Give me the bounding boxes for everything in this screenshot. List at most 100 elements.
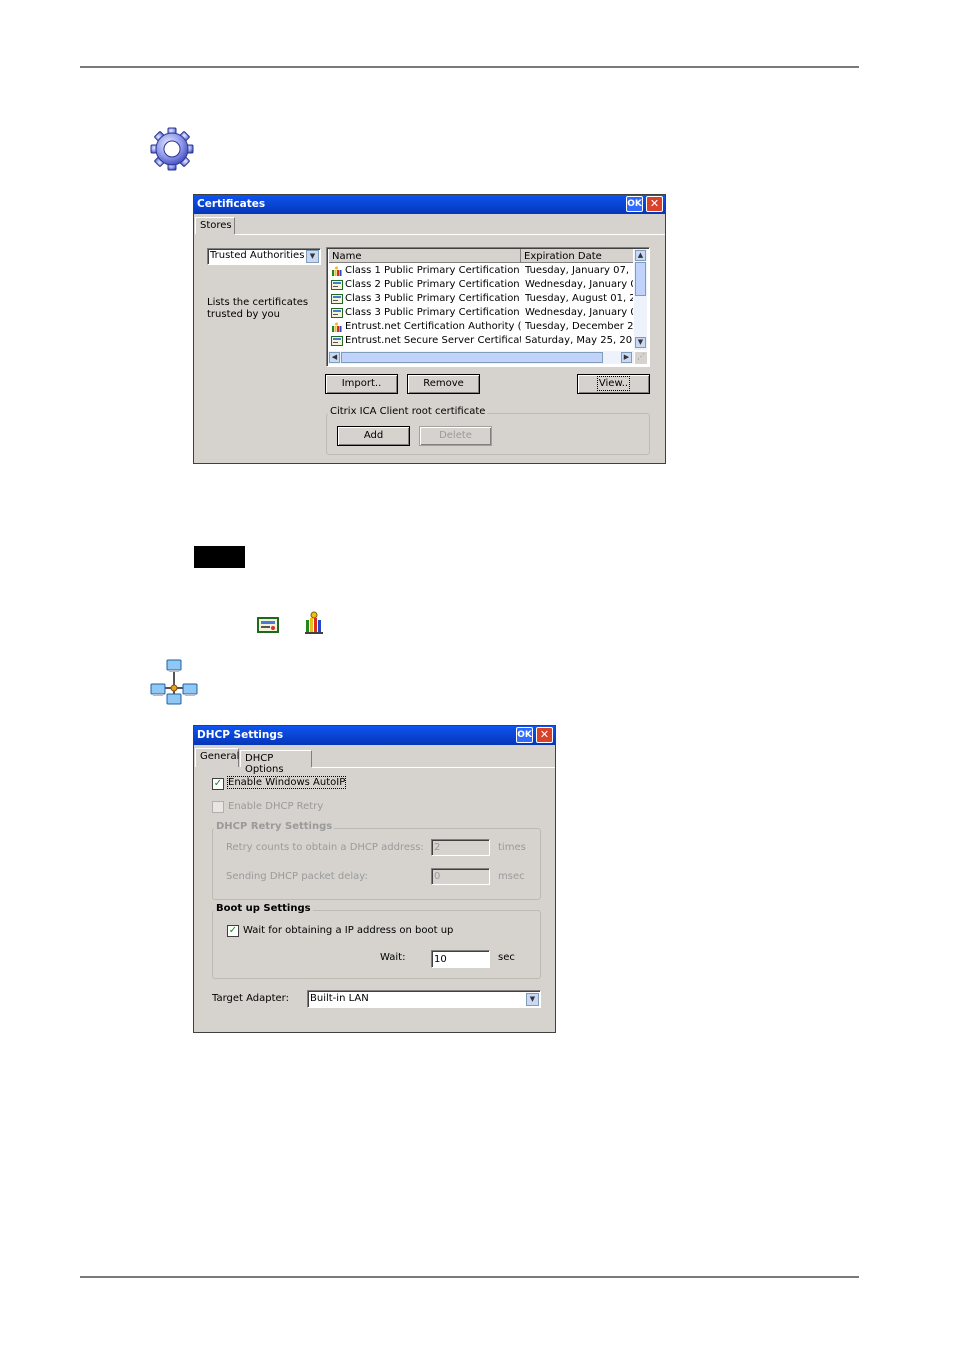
table-row[interactable]: Entrust.net Secure Server Certificat... S… bbox=[329, 335, 633, 349]
dhcp-titlebar: DHCP Settings OK ✕ bbox=[194, 726, 555, 745]
column-expiration[interactable]: Expiration Date bbox=[524, 251, 602, 262]
enable-retry-checkbox[interactable] bbox=[212, 801, 224, 813]
view-button-label: View.. bbox=[596, 376, 631, 391]
ok-button[interactable]: OK bbox=[626, 196, 643, 212]
cert-expiration: Tuesday, December 24 bbox=[525, 321, 633, 332]
network-icon bbox=[150, 659, 198, 705]
enable-retry-label[interactable]: Enable DHCP Retry bbox=[228, 801, 323, 812]
certificate-icon bbox=[257, 617, 279, 633]
bottom-rule bbox=[80, 1276, 859, 1278]
remove-button[interactable]: Remove bbox=[407, 374, 480, 394]
table-row[interactable]: Class 2 Public Primary Certification A..… bbox=[329, 279, 633, 293]
note-label bbox=[194, 546, 245, 568]
store-select[interactable]: Trusted Authorities ▼ bbox=[207, 248, 321, 265]
list-header: Name Expiration Date bbox=[329, 249, 633, 263]
delete-button-label: Delete bbox=[439, 430, 472, 441]
cert-name: Class 1 Public Primary Certification A..… bbox=[345, 265, 521, 276]
table-row[interactable]: Class 3 Public Primary Certification A..… bbox=[329, 307, 633, 321]
row-certificate-icon bbox=[331, 308, 343, 318]
authority-icon bbox=[305, 611, 323, 634]
add-button[interactable]: Add bbox=[337, 426, 410, 446]
tab-general[interactable]: General bbox=[195, 748, 239, 767]
cert-expiration: Tuesday, August 01, 2. bbox=[525, 293, 633, 304]
scroll-left-icon[interactable]: ◀ bbox=[329, 352, 340, 363]
cert-expiration: Wednesday, January 0. bbox=[525, 307, 633, 318]
top-rule bbox=[80, 66, 859, 68]
add-button-label: Add bbox=[363, 430, 384, 441]
table-row[interactable]: Entrust.net Certification Authority (...… bbox=[329, 321, 633, 335]
dhcp-dialog: DHCP Settings OK ✕ General DHCP Options … bbox=[193, 725, 556, 1033]
cert-name: Class 3 Public Primary Certification A..… bbox=[345, 307, 521, 318]
scroll-thumb-horizontal[interactable] bbox=[341, 352, 603, 363]
packet-delay-unit: msec bbox=[498, 871, 525, 882]
tab-stores[interactable]: Stores bbox=[195, 217, 235, 234]
row-certificate-icon bbox=[331, 336, 343, 346]
dhcp-title: DHCP Settings bbox=[197, 729, 284, 741]
cert-expiration: Wednesday, January 0. bbox=[525, 279, 633, 290]
boot-settings-group bbox=[212, 910, 541, 979]
cert-expiration: Saturday, May 25, 2019 bbox=[525, 335, 633, 346]
packet-delay-label: Sending DHCP packet delay: bbox=[226, 871, 368, 882]
close-button[interactable]: ✕ bbox=[646, 196, 663, 212]
wait-checkbox[interactable]: ✓ bbox=[227, 925, 239, 937]
chevron-down-icon[interactable]: ▼ bbox=[306, 250, 319, 263]
retry-counts-input[interactable]: 2 bbox=[431, 839, 490, 856]
column-name[interactable]: Name bbox=[332, 251, 362, 262]
enable-autoip-checkbox[interactable]: ✓ bbox=[212, 778, 224, 790]
boot-settings-title: Boot up Settings bbox=[214, 903, 313, 914]
wait-unit: sec bbox=[498, 952, 515, 963]
cert-expiration: Tuesday, January 07, 2 bbox=[525, 265, 633, 276]
wait-value: 10 bbox=[434, 954, 447, 965]
retry-settings-title: DHCP Retry Settings bbox=[214, 821, 335, 832]
scroll-right-icon[interactable]: ▶ bbox=[621, 352, 632, 363]
scroll-down-icon[interactable]: ▼ bbox=[635, 337, 646, 348]
import-button-label: Import.. bbox=[341, 378, 382, 389]
chevron-down-icon[interactable]: ▼ bbox=[526, 993, 539, 1006]
certificates-dialog: Certificates OK ✕ Stores Trusted Authori… bbox=[193, 194, 666, 464]
retry-counts-label: Retry counts to obtain a DHCP address: bbox=[226, 842, 424, 853]
tab-divider bbox=[235, 234, 665, 235]
wait-checkbox-label[interactable]: Wait for obtaining a IP address on boot … bbox=[243, 925, 453, 936]
retry-settings-group bbox=[212, 828, 541, 900]
store-select-value: Trusted Authorities bbox=[210, 250, 305, 261]
citrix-group-title: Citrix ICA Client root certificate bbox=[328, 406, 488, 417]
view-button[interactable]: View.. bbox=[577, 374, 650, 394]
target-adapter-select[interactable]: Built-in LAN ▼ bbox=[307, 990, 541, 1008]
target-adapter-value: Built-in LAN bbox=[310, 993, 369, 1004]
certificates-titlebar: Certificates OK ✕ bbox=[194, 195, 665, 214]
table-row[interactable]: Class 3 Public Primary Certification A..… bbox=[329, 293, 633, 307]
cert-name: Class 2 Public Primary Certification A..… bbox=[345, 279, 521, 290]
wait-label: Wait: bbox=[380, 952, 406, 963]
wait-input[interactable]: 10 bbox=[431, 950, 490, 968]
scroll-up-icon[interactable]: ▲ bbox=[635, 250, 646, 261]
settings-gear-icon bbox=[150, 127, 194, 171]
store-description: Lists the certificates trusted by you bbox=[207, 297, 309, 320]
certificates-title: Certificates bbox=[197, 198, 266, 210]
import-button[interactable]: Import.. bbox=[325, 374, 398, 394]
retry-counts-unit: times bbox=[498, 842, 526, 853]
horizontal-scrollbar[interactable]: ◀ ▶ bbox=[328, 351, 634, 364]
cert-name: Entrust.net Certification Authority (... bbox=[345, 321, 521, 332]
tab-dhcp-options[interactable]: DHCP Options bbox=[240, 750, 312, 775]
cert-name: Entrust.net Secure Server Certificat... bbox=[345, 335, 521, 346]
row-certificate-icon bbox=[331, 294, 343, 304]
delete-button[interactable]: Delete bbox=[419, 426, 492, 446]
row-certificate-icon bbox=[331, 280, 343, 290]
column-divider bbox=[520, 249, 521, 262]
row-authority-icon bbox=[331, 322, 342, 332]
resize-grip-icon[interactable]: ⋰ bbox=[635, 352, 647, 364]
close-button[interactable]: ✕ bbox=[536, 727, 553, 743]
ok-button[interactable]: OK bbox=[516, 727, 533, 743]
vertical-scrollbar[interactable]: ▲ ▼ bbox=[634, 249, 647, 350]
enable-autoip-label[interactable]: Enable Windows AutoIP bbox=[226, 776, 347, 789]
packet-delay-input[interactable]: 0 bbox=[431, 868, 490, 885]
retry-counts-value: 2 bbox=[434, 842, 441, 853]
row-authority-icon bbox=[331, 266, 342, 276]
tab-divider bbox=[312, 767, 555, 768]
packet-delay-value: 0 bbox=[434, 871, 441, 882]
scroll-thumb[interactable] bbox=[635, 262, 646, 296]
cert-name: Class 3 Public Primary Certification A..… bbox=[345, 293, 521, 304]
table-row[interactable]: Class 1 Public Primary Certification A..… bbox=[329, 265, 633, 279]
remove-button-label: Remove bbox=[423, 378, 464, 389]
certificate-list[interactable]: Name Expiration Date Class 1 Public Prim… bbox=[326, 247, 650, 367]
